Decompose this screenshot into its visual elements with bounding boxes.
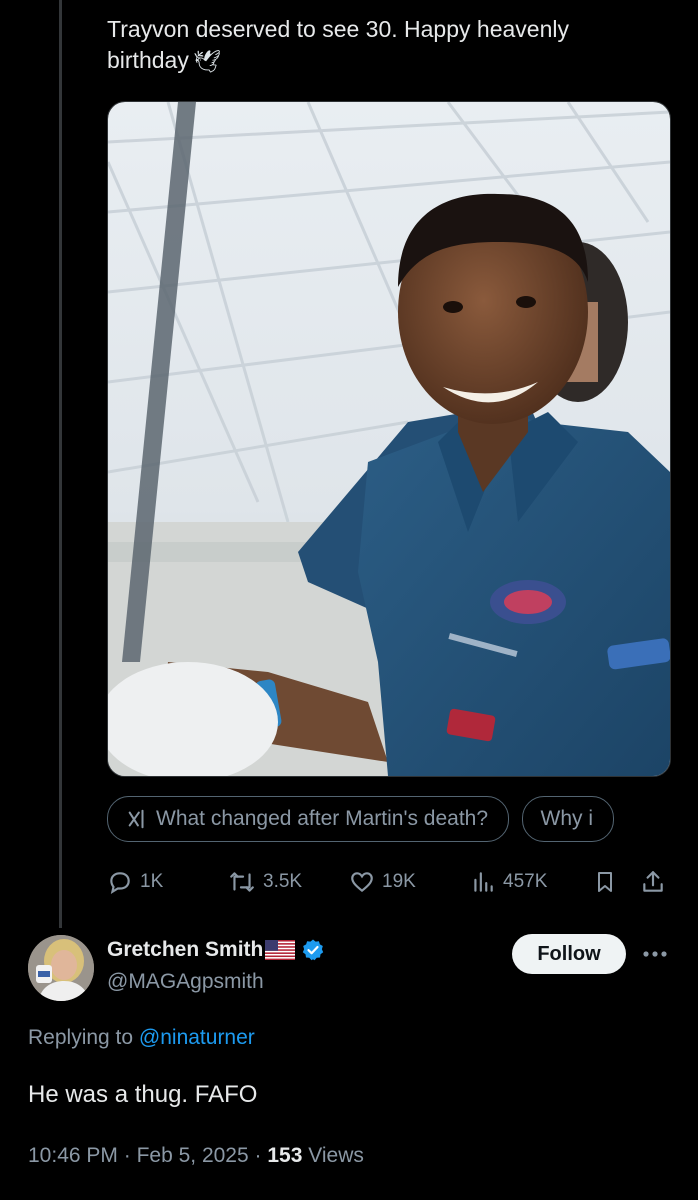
grok-icon <box>126 808 148 830</box>
tweet-text-line-2: birthday <box>107 47 189 73</box>
repost-count: 3.5K <box>263 871 303 892</box>
tweet-photo[interactable] <box>107 101 671 777</box>
grok-prompt-label: What changed after Martin's death? <box>156 807 489 830</box>
views-icon <box>474 872 493 892</box>
replying-to-line: Replying to @ninaturner <box>28 1026 255 1050</box>
tweet-text: Trayvon deserved to see 30. Happy heaven… <box>107 14 667 77</box>
tweet-timestamp-meta: 10:46 PM · Feb 5, 2025 · 153 Views <box>28 1144 364 1168</box>
more-icon[interactable] <box>638 944 672 964</box>
like-icon <box>351 872 373 893</box>
follow-button[interactable]: Follow <box>512 934 626 974</box>
bookmark-icon <box>598 872 612 892</box>
grok-suggestion-chips: What changed after Martin's death? Why i <box>107 796 698 842</box>
dove-emoji: 🕊 <box>192 49 221 75</box>
repost-icon <box>230 872 254 892</box>
tweet-action-bar: 1K 3.5K 19K 457K <box>0 864 698 900</box>
reply-views-count: 153 <box>267 1144 303 1167</box>
tweet-time[interactable]: 10:46 PM <box>28 1144 118 1167</box>
replying-to-mention[interactable]: @ninaturner <box>139 1026 255 1049</box>
like-button[interactable]: 19K <box>349 864 416 900</box>
views-button[interactable]: 457K <box>470 864 547 900</box>
reply-author-name-row[interactable]: Gretchen Smith <box>107 938 325 962</box>
verified-icon <box>301 938 325 962</box>
bookmark-button[interactable] <box>593 864 624 900</box>
reply-count: 1K <box>140 871 164 892</box>
like-count: 19K <box>382 871 416 892</box>
repost-button[interactable]: 3.5K <box>228 864 302 900</box>
meta-separator: · <box>254 1144 262 1167</box>
grok-prompt-label: Why i <box>540 807 594 830</box>
share-button[interactable] <box>640 864 673 900</box>
avatar-image <box>28 935 94 1001</box>
avatar[interactable] <box>28 935 94 1001</box>
tweet-text-line-1: Trayvon deserved to see 30. Happy heaven… <box>107 16 569 42</box>
share-icon <box>643 871 663 892</box>
thread-connector-line <box>59 0 62 928</box>
photo-illustration <box>108 102 670 776</box>
reply-icon <box>110 872 130 894</box>
grok-prompt-chip[interactable]: Why i <box>521 796 614 842</box>
tweet-date[interactable]: Feb 5, 2025 <box>137 1144 249 1167</box>
replying-prefix: Replying to <box>28 1026 134 1049</box>
reply-text: He was a thug. FAFO <box>28 1081 258 1108</box>
reply-views-label: Views <box>308 1144 364 1167</box>
user-handle[interactable]: @MAGAgpsmith <box>107 970 264 994</box>
reply-button[interactable]: 1K <box>107 864 163 900</box>
us-flag-icon <box>265 940 296 960</box>
views-count: 457K <box>503 871 548 892</box>
grok-prompt-chip[interactable]: What changed after Martin's death? <box>107 796 510 842</box>
meta-separator: · <box>123 1144 131 1167</box>
display-name: Gretchen Smith <box>107 938 264 961</box>
